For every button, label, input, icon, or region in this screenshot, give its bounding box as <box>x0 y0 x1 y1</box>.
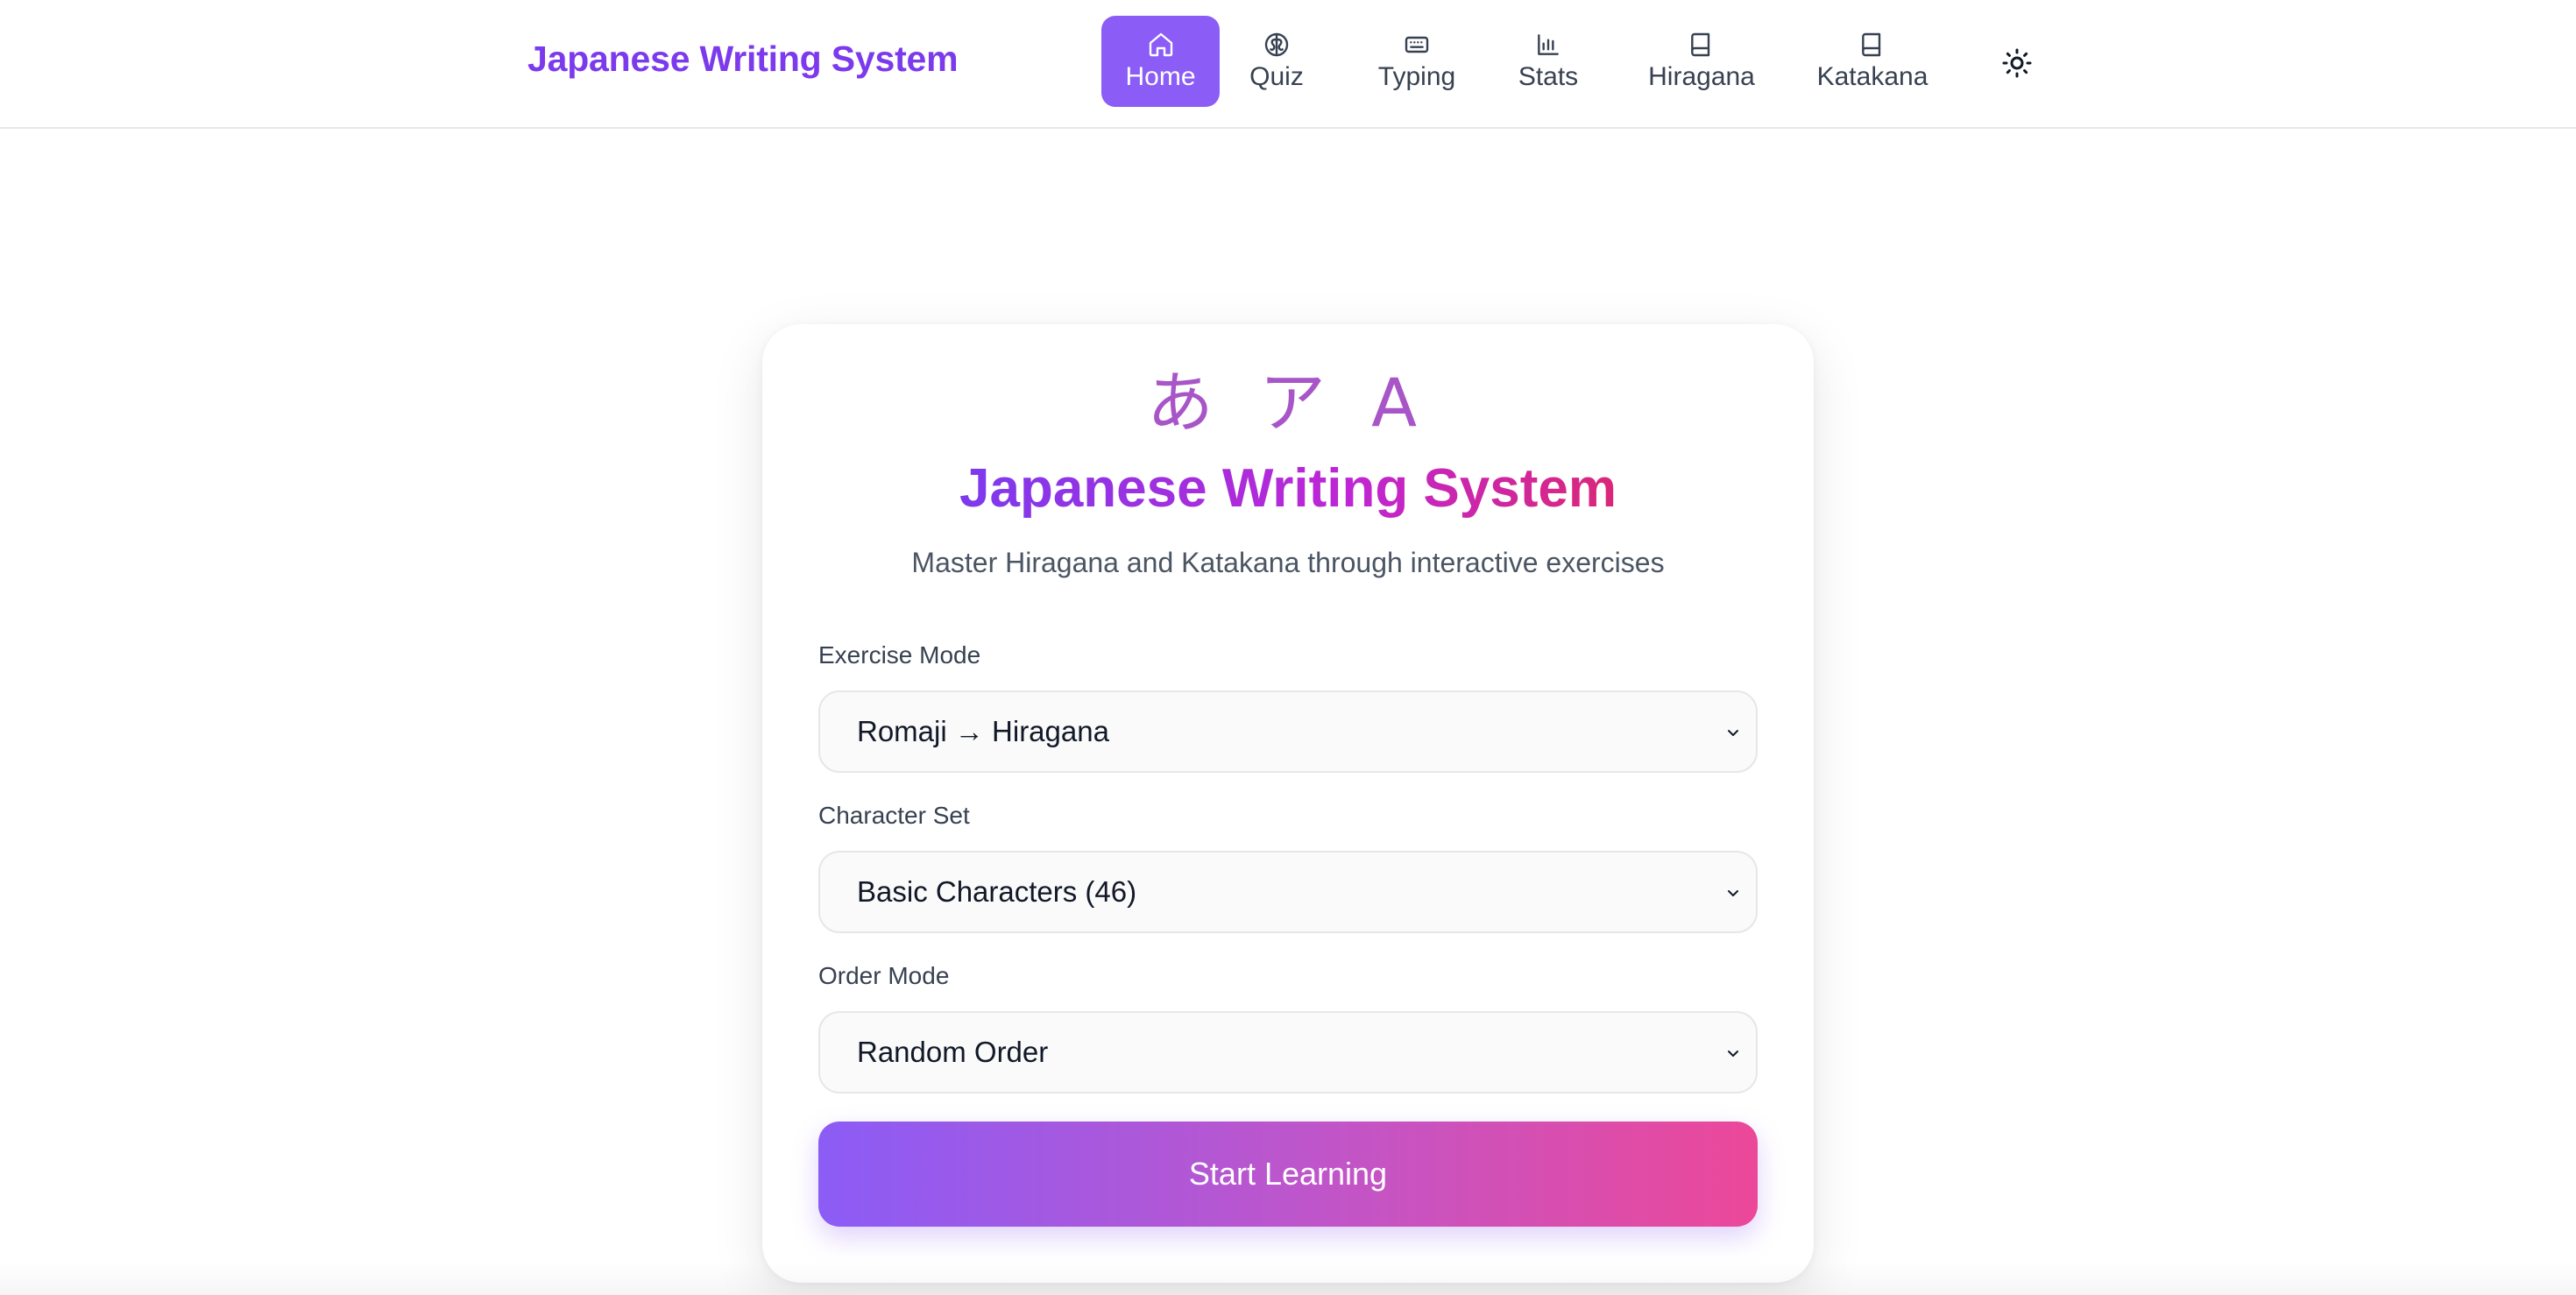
nav-typing[interactable]: Typing <box>1364 16 1469 107</box>
setup-card: あ ア A Japanese Writing System Master Hir… <box>762 324 1814 1283</box>
card-subtitle: Master Hiragana and Katakana through int… <box>911 547 1665 578</box>
top-navbar: Japanese Writing System Home Quiz Typing <box>0 0 2576 129</box>
brain-icon <box>1264 32 1289 57</box>
nav-typing-label: Typing <box>1377 62 1456 91</box>
home-icon <box>1149 32 1172 57</box>
exercise-mode-select[interactable]: Romaji → Hiragana <box>818 690 1758 773</box>
character-set-value: Basic Characters (46) <box>857 875 1137 908</box>
book-icon <box>1691 32 1710 57</box>
nav-home[interactable]: Home <box>1101 16 1220 107</box>
exercise-mode-label: Exercise Mode <box>818 641 981 669</box>
page-bottom-shadow <box>0 1262 2576 1295</box>
character-set-select[interactable]: Basic Characters (46) <box>818 851 1758 933</box>
chevron-down-icon <box>1728 890 1738 896</box>
bar-chart-icon <box>1538 34 1559 55</box>
nav-hiragana-label: Hiragana <box>1648 62 1755 91</box>
sun-icon <box>2002 48 2032 78</box>
keyboard-icon <box>1405 36 1429 53</box>
nav-quiz[interactable]: Quiz <box>1233 16 1320 107</box>
brand-title[interactable]: Japanese Writing System <box>527 39 959 80</box>
script-glyphs: あ ア A <box>1146 364 1430 442</box>
nav-katakana[interactable]: Katakana <box>1802 16 1943 107</box>
order-mode-label: Order Mode <box>818 962 950 989</box>
theme-toggle-button[interactable] <box>1998 44 2036 82</box>
nav-quiz-label: Quiz <box>1249 62 1304 91</box>
nav-stats[interactable]: Stats <box>1504 16 1592 107</box>
order-mode-select[interactable]: Random Order <box>818 1011 1758 1093</box>
card-title-wrap: Japanese Writing System <box>762 454 1814 524</box>
nav-home-label: Home <box>1125 62 1196 91</box>
book-icon <box>1862 32 1881 57</box>
chevron-down-icon <box>1728 730 1738 736</box>
nav-stats-label: Stats <box>1518 62 1579 91</box>
chevron-down-icon <box>1728 1051 1738 1057</box>
exercise-mode-value: Romaji → Hiragana <box>857 715 1109 747</box>
character-set-label: Character Set <box>818 802 970 829</box>
nav-katakana-label: Katakana <box>1816 62 1928 91</box>
card-title: Japanese Writing System <box>959 458 1617 519</box>
nav-hiragana[interactable]: Hiragana <box>1636 16 1767 107</box>
order-mode-value: Random Order <box>857 1036 1049 1068</box>
start-learning-button[interactable]: Start Learning <box>818 1122 1758 1227</box>
